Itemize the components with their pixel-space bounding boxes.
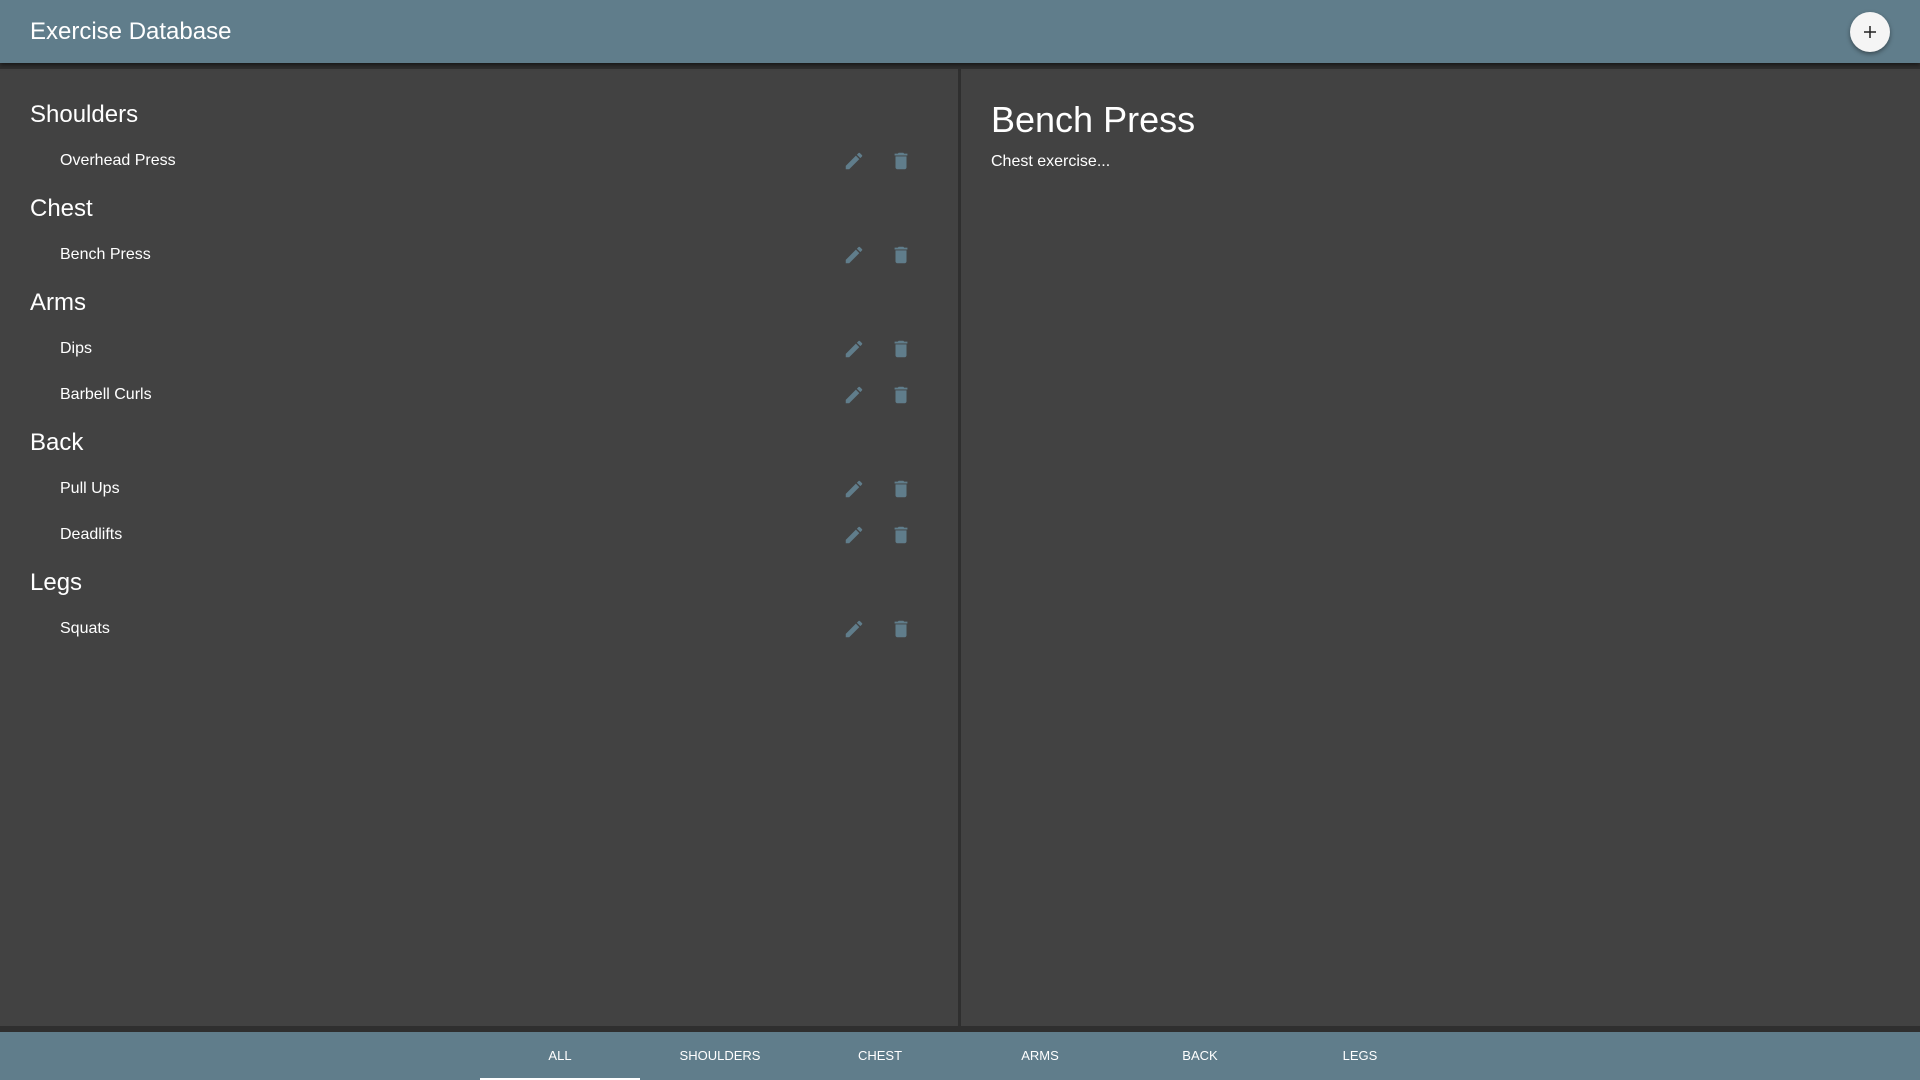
exercise-item-squats[interactable]: Squats (0, 607, 958, 651)
exercise-detail-panel: Bench Press Chest exercise... (961, 69, 1920, 1026)
delete-button[interactable] (887, 335, 915, 363)
tab-shoulders[interactable]: Shoulders (640, 1032, 800, 1080)
trash-icon (894, 620, 908, 638)
tab-legs[interactable]: Legs (1280, 1032, 1440, 1080)
exercise-name: Dips (60, 340, 93, 357)
exercise-name: Deadlifts (60, 526, 123, 543)
group-title-chest: Chest (30, 195, 93, 222)
edit-button[interactable] (840, 381, 868, 409)
edit-button[interactable] (840, 241, 868, 269)
pencil-icon (845, 340, 863, 358)
tab-all[interactable]: All (480, 1032, 640, 1080)
pencil-icon (845, 152, 863, 170)
tab-back[interactable]: Back (1120, 1032, 1280, 1080)
edit-button[interactable] (840, 335, 868, 363)
exercise-item-deadlifts[interactable]: Deadlifts (0, 513, 958, 557)
group-title-shoulders: Shoulders (30, 101, 139, 128)
exercise-name: Overhead Press (60, 152, 176, 169)
pencil-icon (845, 246, 863, 264)
exercise-list-panel: Shoulders Overhead Press Chest Bench Pre… (0, 69, 958, 1026)
trash-icon (894, 340, 908, 358)
delete-button[interactable] (887, 475, 915, 503)
pencil-icon (845, 386, 863, 404)
delete-button[interactable] (887, 241, 915, 269)
exercise-name: Squats (60, 620, 110, 637)
trash-icon (894, 526, 908, 544)
group-title-legs: Legs (30, 569, 83, 596)
exercise-name: Barbell Curls (60, 386, 152, 403)
group-title-arms: Arms (30, 289, 86, 316)
plus-icon (1864, 26, 1876, 38)
exercise-detail-title: Bench Press (991, 99, 1196, 140)
exercise-item-pull-ups[interactable]: Pull Ups (0, 467, 958, 511)
exercise-name: Bench Press (60, 246, 151, 263)
pencil-icon (845, 526, 863, 544)
edit-button[interactable] (840, 615, 868, 643)
pencil-icon (845, 620, 863, 638)
app-title: Exercise Database (30, 18, 232, 45)
tab-chest[interactable]: Chest (800, 1032, 960, 1080)
trash-icon (894, 246, 908, 264)
edit-button[interactable] (840, 147, 868, 175)
trash-icon (894, 480, 908, 498)
exercise-item-bench-press[interactable]: Bench Press (0, 233, 958, 277)
pencil-icon (845, 480, 863, 498)
delete-button[interactable] (887, 147, 915, 175)
app-bar: Exercise Database (0, 0, 1920, 63)
tab-arms[interactable]: Arms (960, 1032, 1120, 1080)
group-title-back: Back (30, 429, 84, 456)
exercise-item-overhead-press[interactable]: Overhead Press (0, 139, 958, 183)
trash-icon (894, 386, 908, 404)
add-exercise-button[interactable] (1850, 12, 1890, 52)
exercise-item-barbell-curls[interactable]: Barbell Curls (0, 373, 958, 417)
trash-icon (894, 152, 908, 170)
exercise-item-dips[interactable]: Dips (0, 327, 958, 371)
delete-button[interactable] (887, 615, 915, 643)
delete-button[interactable] (887, 381, 915, 409)
exercise-detail-description: Chest exercise... (991, 153, 1111, 170)
muscle-group-tabs: All Shoulders Chest Arms Back Legs (0, 1032, 1920, 1080)
edit-button[interactable] (840, 521, 868, 549)
edit-button[interactable] (840, 475, 868, 503)
delete-button[interactable] (887, 521, 915, 549)
exercise-name: Pull Ups (60, 480, 120, 497)
